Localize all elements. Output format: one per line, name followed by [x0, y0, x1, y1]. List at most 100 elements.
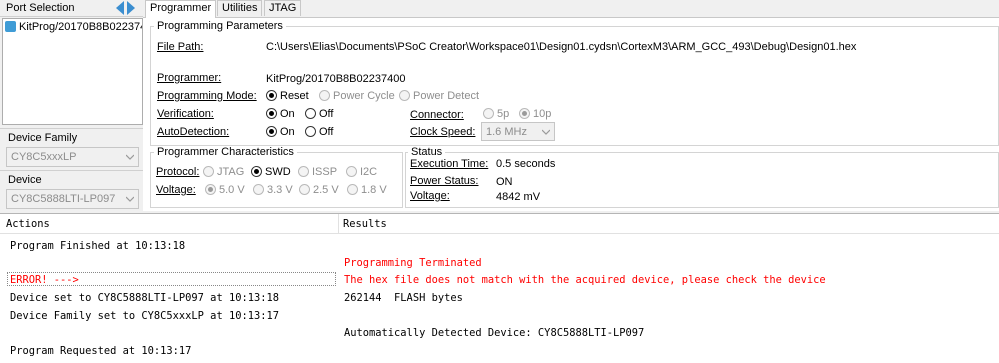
- log-result-error: The hex file does not match with the acq…: [344, 274, 826, 286]
- file-path-value[interactable]: C:\Users\Elias\Documents\PSoC Creator\Wo…: [266, 41, 856, 53]
- programmer-tab-panel: Programming Parameters File Path: C:\Use…: [143, 17, 999, 211]
- tab-jtag[interactable]: JTAG: [264, 0, 302, 16]
- mode-reset-radio[interactable]: Reset: [266, 90, 309, 102]
- voltage-2v5-radio[interactable]: 2.5 V: [299, 184, 339, 196]
- chevron-down-icon: [126, 196, 134, 202]
- results-column-header[interactable]: Results: [343, 218, 387, 230]
- connector-label: Connector:: [410, 109, 464, 121]
- verification-label: Verification:: [157, 108, 214, 120]
- voltage-3v3-label: 3.3 V: [267, 184, 293, 196]
- radio-icon: [253, 184, 264, 195]
- mode-reset-label: Reset: [280, 90, 309, 102]
- verification-on-radio[interactable]: On: [266, 108, 295, 120]
- verification-off-radio[interactable]: Off: [305, 108, 333, 120]
- mode-power-cycle-radio[interactable]: Power Cycle: [319, 90, 395, 102]
- execution-time-label: Execution Time:: [410, 158, 489, 170]
- autodetect-on-label: On: [280, 126, 295, 138]
- protocol-label: Protocol:: [156, 166, 200, 178]
- port-selection-header: Port Selection: [0, 0, 143, 17]
- radio-icon: [305, 108, 316, 119]
- autodetect-off-radio[interactable]: Off: [305, 126, 333, 138]
- radio-selected-icon: [251, 166, 262, 177]
- log-action: Device set to CY8C5888LTI-LP097 at 10:13…: [10, 292, 279, 304]
- device-select[interactable]: CY8C5888LTI-LP097: [6, 189, 139, 209]
- connector-5p-radio[interactable]: 5p: [483, 108, 509, 120]
- mode-power-cycle-label: Power Cycle: [333, 90, 395, 102]
- protocol-i2c-radio[interactable]: I2C: [346, 166, 377, 178]
- connector-10p-radio[interactable]: 10p: [519, 108, 551, 120]
- column-divider[interactable]: [338, 214, 339, 234]
- voltage-5v-label: 5.0 V: [219, 184, 245, 196]
- status-voltage-value: 4842 mV: [496, 191, 541, 203]
- collapse-left-icon[interactable]: [116, 1, 125, 15]
- radio-icon: [203, 166, 214, 177]
- programming-mode-label: Programming Mode:: [157, 90, 257, 102]
- voltage-1v8-label: 1.8 V: [361, 184, 387, 196]
- separator: [0, 128, 143, 129]
- radio-icon: [399, 90, 410, 101]
- port-list[interactable]: KitProg/20170B8B02237400: [2, 18, 143, 125]
- verification-on-label: On: [280, 108, 295, 120]
- log-action: Program Finished at 10:13:18: [10, 240, 186, 252]
- power-status-label: Power Status:: [410, 175, 479, 187]
- protocol-i2c-label: I2C: [360, 166, 378, 178]
- device-value: CY8C5888LTI-LP097: [11, 193, 116, 205]
- radio-selected-icon: [266, 90, 277, 101]
- device-family-value: CY8C5xxxLP: [11, 151, 77, 163]
- port-item-label: KitProg/20170B8B02237400: [19, 21, 142, 33]
- protocol-issp-radio[interactable]: ISSP: [298, 166, 337, 178]
- tab-programmer[interactable]: Programmer: [145, 0, 217, 18]
- log-action: Device Family set to CY8C5xxxLP at 10:13…: [10, 310, 279, 322]
- actions-column-header[interactable]: Actions: [6, 218, 50, 230]
- mode-power-detect-radio[interactable]: Power Detect: [399, 90, 479, 102]
- chevron-down-icon: [126, 154, 134, 160]
- file-path-label: File Path:: [157, 41, 204, 53]
- log-result: 262144 FLASH bytes: [344, 292, 463, 304]
- protocol-jtag-radio[interactable]: JTAG: [203, 166, 244, 178]
- port-selection-pane: Port Selection KitProg/20170B8B02237400 …: [0, 0, 143, 211]
- log-result: Automatically Detected Device: CY8C5888L…: [344, 327, 645, 339]
- autodetection-label: AutoDetection:: [157, 126, 230, 138]
- radio-icon: [299, 184, 310, 195]
- device-label: Device: [8, 174, 42, 186]
- autodetect-on-radio[interactable]: On: [266, 126, 295, 138]
- power-status-value: ON: [496, 176, 513, 188]
- programming-parameters-title: Programming Parameters: [154, 20, 286, 32]
- voltage-1v8-radio[interactable]: 1.8 V: [347, 184, 387, 196]
- programmer-label: Programmer:: [157, 72, 222, 84]
- log-action: Program Requested at 10:13:17: [10, 345, 192, 357]
- status-title: Status: [408, 146, 446, 158]
- log-result-error: Programming Terminated: [344, 257, 482, 269]
- kitprog-device-icon: [5, 21, 16, 32]
- port-list-item[interactable]: KitProg/20170B8B02237400: [5, 21, 142, 35]
- clock-speed-label: Clock Speed:: [410, 126, 476, 138]
- expand-right-icon[interactable]: [126, 1, 135, 15]
- device-family-label: Device Family: [8, 132, 78, 144]
- programmer-characteristics-title: Programmer Characteristics: [154, 146, 297, 158]
- log-panel: Actions Results Program Finished at 10:1…: [0, 213, 999, 363]
- protocol-swd-label: SWD: [265, 166, 291, 178]
- programmer-characteristics-group: [150, 152, 403, 208]
- voltage-3v3-radio[interactable]: 3.3 V: [253, 184, 293, 196]
- radio-selected-icon: [205, 184, 216, 195]
- voltage-label: Voltage:: [156, 184, 196, 196]
- radio-selected-icon: [519, 108, 530, 119]
- autodetect-off-label: Off: [319, 126, 334, 138]
- voltage-5v-radio[interactable]: 5.0 V: [205, 184, 245, 196]
- radio-icon: [298, 166, 309, 177]
- programmer-value: KitProg/20170B8B02237400: [266, 73, 406, 85]
- connector-5p-label: 5p: [497, 108, 510, 120]
- radio-icon: [305, 126, 316, 137]
- voltage-2v5-label: 2.5 V: [313, 184, 339, 196]
- verification-off-label: Off: [319, 108, 334, 120]
- radio-icon: [347, 184, 358, 195]
- protocol-swd-radio[interactable]: SWD: [251, 166, 291, 178]
- clock-speed-select[interactable]: 1.6 MHz: [481, 122, 555, 141]
- radio-selected-icon: [266, 108, 277, 119]
- radio-icon: [346, 166, 357, 177]
- device-family-select[interactable]: CY8C5xxxLP: [6, 147, 139, 167]
- tab-utilities[interactable]: Utilities: [217, 0, 263, 16]
- log-header: Actions Results: [0, 214, 999, 234]
- status-group: [405, 152, 999, 208]
- execution-time-value: 0.5 seconds: [496, 158, 556, 170]
